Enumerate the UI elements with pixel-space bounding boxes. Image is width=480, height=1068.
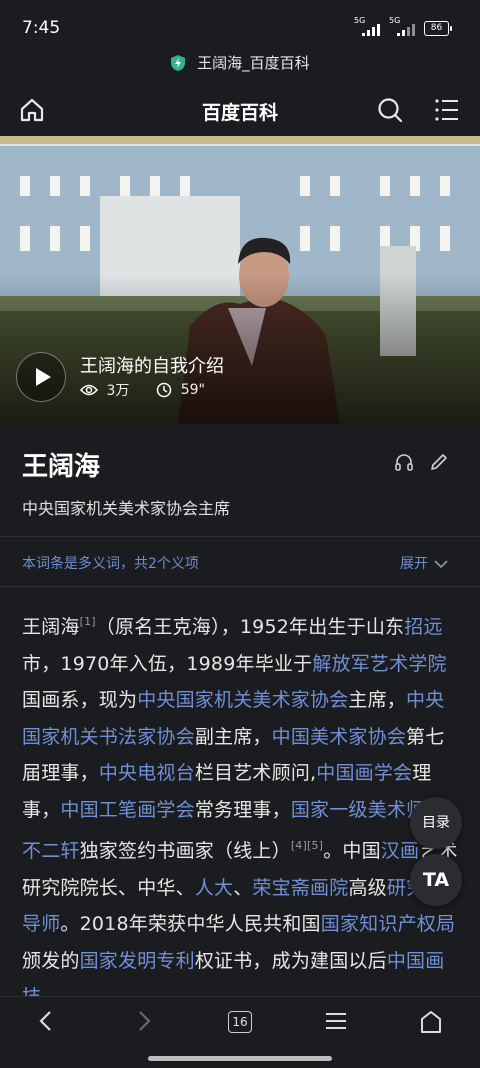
back-icon[interactable] [36,1009,56,1033]
divider [0,536,480,537]
shield-icon [171,54,186,71]
link-china-artists-assoc[interactable]: 中国美术家协会 [272,726,406,748]
text: 。2018年荣获中华人民共和国 [60,913,321,935]
eye-icon [79,384,99,396]
video-thumbnail[interactable] [0,136,480,424]
text: 、 [233,876,253,899]
reference-4-5[interactable]: [4][5] [291,839,323,852]
link-first-class-artist[interactable]: 国家一级美术师 [291,799,425,821]
text: 颁发的 [22,949,80,972]
text: 高级 [348,876,387,899]
text: 独家签约书画家（线上） [79,840,291,862]
tabs-button[interactable]: 16 [228,1011,252,1033]
battery-icon: 86 [424,21,452,36]
link-painting-society[interactable]: 中国画学会 [316,762,412,784]
text: 王阔海 [22,616,80,638]
polysemy-notice[interactable]: 本词条是多义词，共2个义项 [22,553,199,573]
forward-icon[interactable] [134,1009,154,1033]
expand-label: 展开 [400,556,428,572]
link-cctv[interactable]: 中央电视台 [99,762,195,784]
chevron-down-icon [434,560,448,569]
reference-1[interactable]: [1] [80,615,96,628]
link-renda[interactable]: 人大 [195,877,233,899]
menu-icon[interactable] [434,98,460,122]
text: 国画系，现为 [22,689,138,711]
link-rongbaozhai[interactable]: 荣宝斋画院 [252,877,348,899]
link-pla-arts[interactable]: 解放军艺术学院 [312,653,446,675]
expand-button[interactable]: 展开 [400,553,448,573]
search-icon[interactable] [376,96,404,124]
entry-title: 王阔海 [22,452,101,482]
headphones-icon[interactable] [394,452,414,476]
link-han-painting[interactable]: 汉画 [381,840,419,862]
video-duration: 59" [180,382,205,398]
site-title: 百度百科 [201,102,278,124]
link-buerxuan[interactable]: 不二轩 [22,840,80,862]
status-bar: 7:45 5G 5G 86 [0,0,480,52]
text: 权证书，成为建国以后 [194,949,387,972]
text: 主席， [348,689,407,711]
nav-bar: 百度百科 [0,84,480,136]
text: 栏目艺术顾问, [194,762,317,784]
text: 常务理事， [194,798,291,821]
home-icon[interactable] [419,1009,443,1035]
clock-icon [157,382,172,398]
video-meta: 3万 59" [79,380,205,400]
play-button[interactable] [16,352,66,402]
link-invention-patent[interactable]: 国家发明专利 [80,950,195,972]
entry-actions [394,452,459,476]
link-gongbi-society[interactable]: 中国工笔画学会 [60,799,194,821]
pencil-icon[interactable] [429,452,449,476]
text: 副主席， [194,725,272,748]
view-count: 3万 [106,383,130,399]
text: 市，1970年入伍，1989年毕业于 [22,652,313,675]
text: （原名王克海），1952年出生于山东 [95,616,405,638]
video-title: 王阔海的自我介绍 [80,356,224,377]
article-body: 王阔海[1]（原名王克海），1952年出生于山东招远市，1970年入伍，1989… [22,604,458,1016]
home-indicator[interactable] [148,1056,332,1061]
link-zhaoyuan[interactable]: 招远 [404,616,442,638]
clock: 7:45 [22,18,61,38]
toc-button[interactable]: 目录 [410,797,462,849]
divider [0,586,480,587]
url-bar[interactable]: 王阔海_百度百科 [0,52,480,82]
text: 。中国 [323,840,381,862]
entry-subtitle: 中央国家机关美术家协会主席 [22,499,231,518]
link-ip-office[interactable]: 国家知识产权局 [321,913,455,935]
link-artists-assoc[interactable]: 中央国家机关美术家协会 [137,689,348,711]
menu-icon[interactable] [324,1009,348,1033]
ta-button[interactable]: TA [410,854,462,906]
page-title: 王阔海_百度百科 [197,54,310,72]
